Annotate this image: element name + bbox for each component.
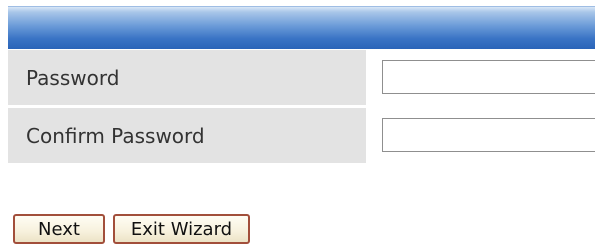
wizard-buttons: Next Exit Wizard bbox=[13, 214, 250, 246]
confirm-password-label: Confirm Password bbox=[8, 108, 366, 164]
password-input-cell bbox=[370, 50, 595, 106]
confirm-password-input-cell bbox=[370, 108, 595, 164]
password-row: Password bbox=[8, 50, 595, 106]
wizard-header-bar bbox=[8, 6, 595, 49]
wizard-page: Password Confirm Password Next Exit Wiza… bbox=[0, 0, 595, 248]
confirm-password-row: Confirm Password bbox=[8, 108, 595, 164]
password-label: Password bbox=[8, 50, 366, 106]
exit-wizard-button[interactable]: Exit Wizard bbox=[113, 214, 250, 244]
next-button[interactable]: Next bbox=[13, 214, 105, 244]
password-input[interactable] bbox=[382, 60, 595, 94]
confirm-password-input[interactable] bbox=[382, 118, 595, 152]
